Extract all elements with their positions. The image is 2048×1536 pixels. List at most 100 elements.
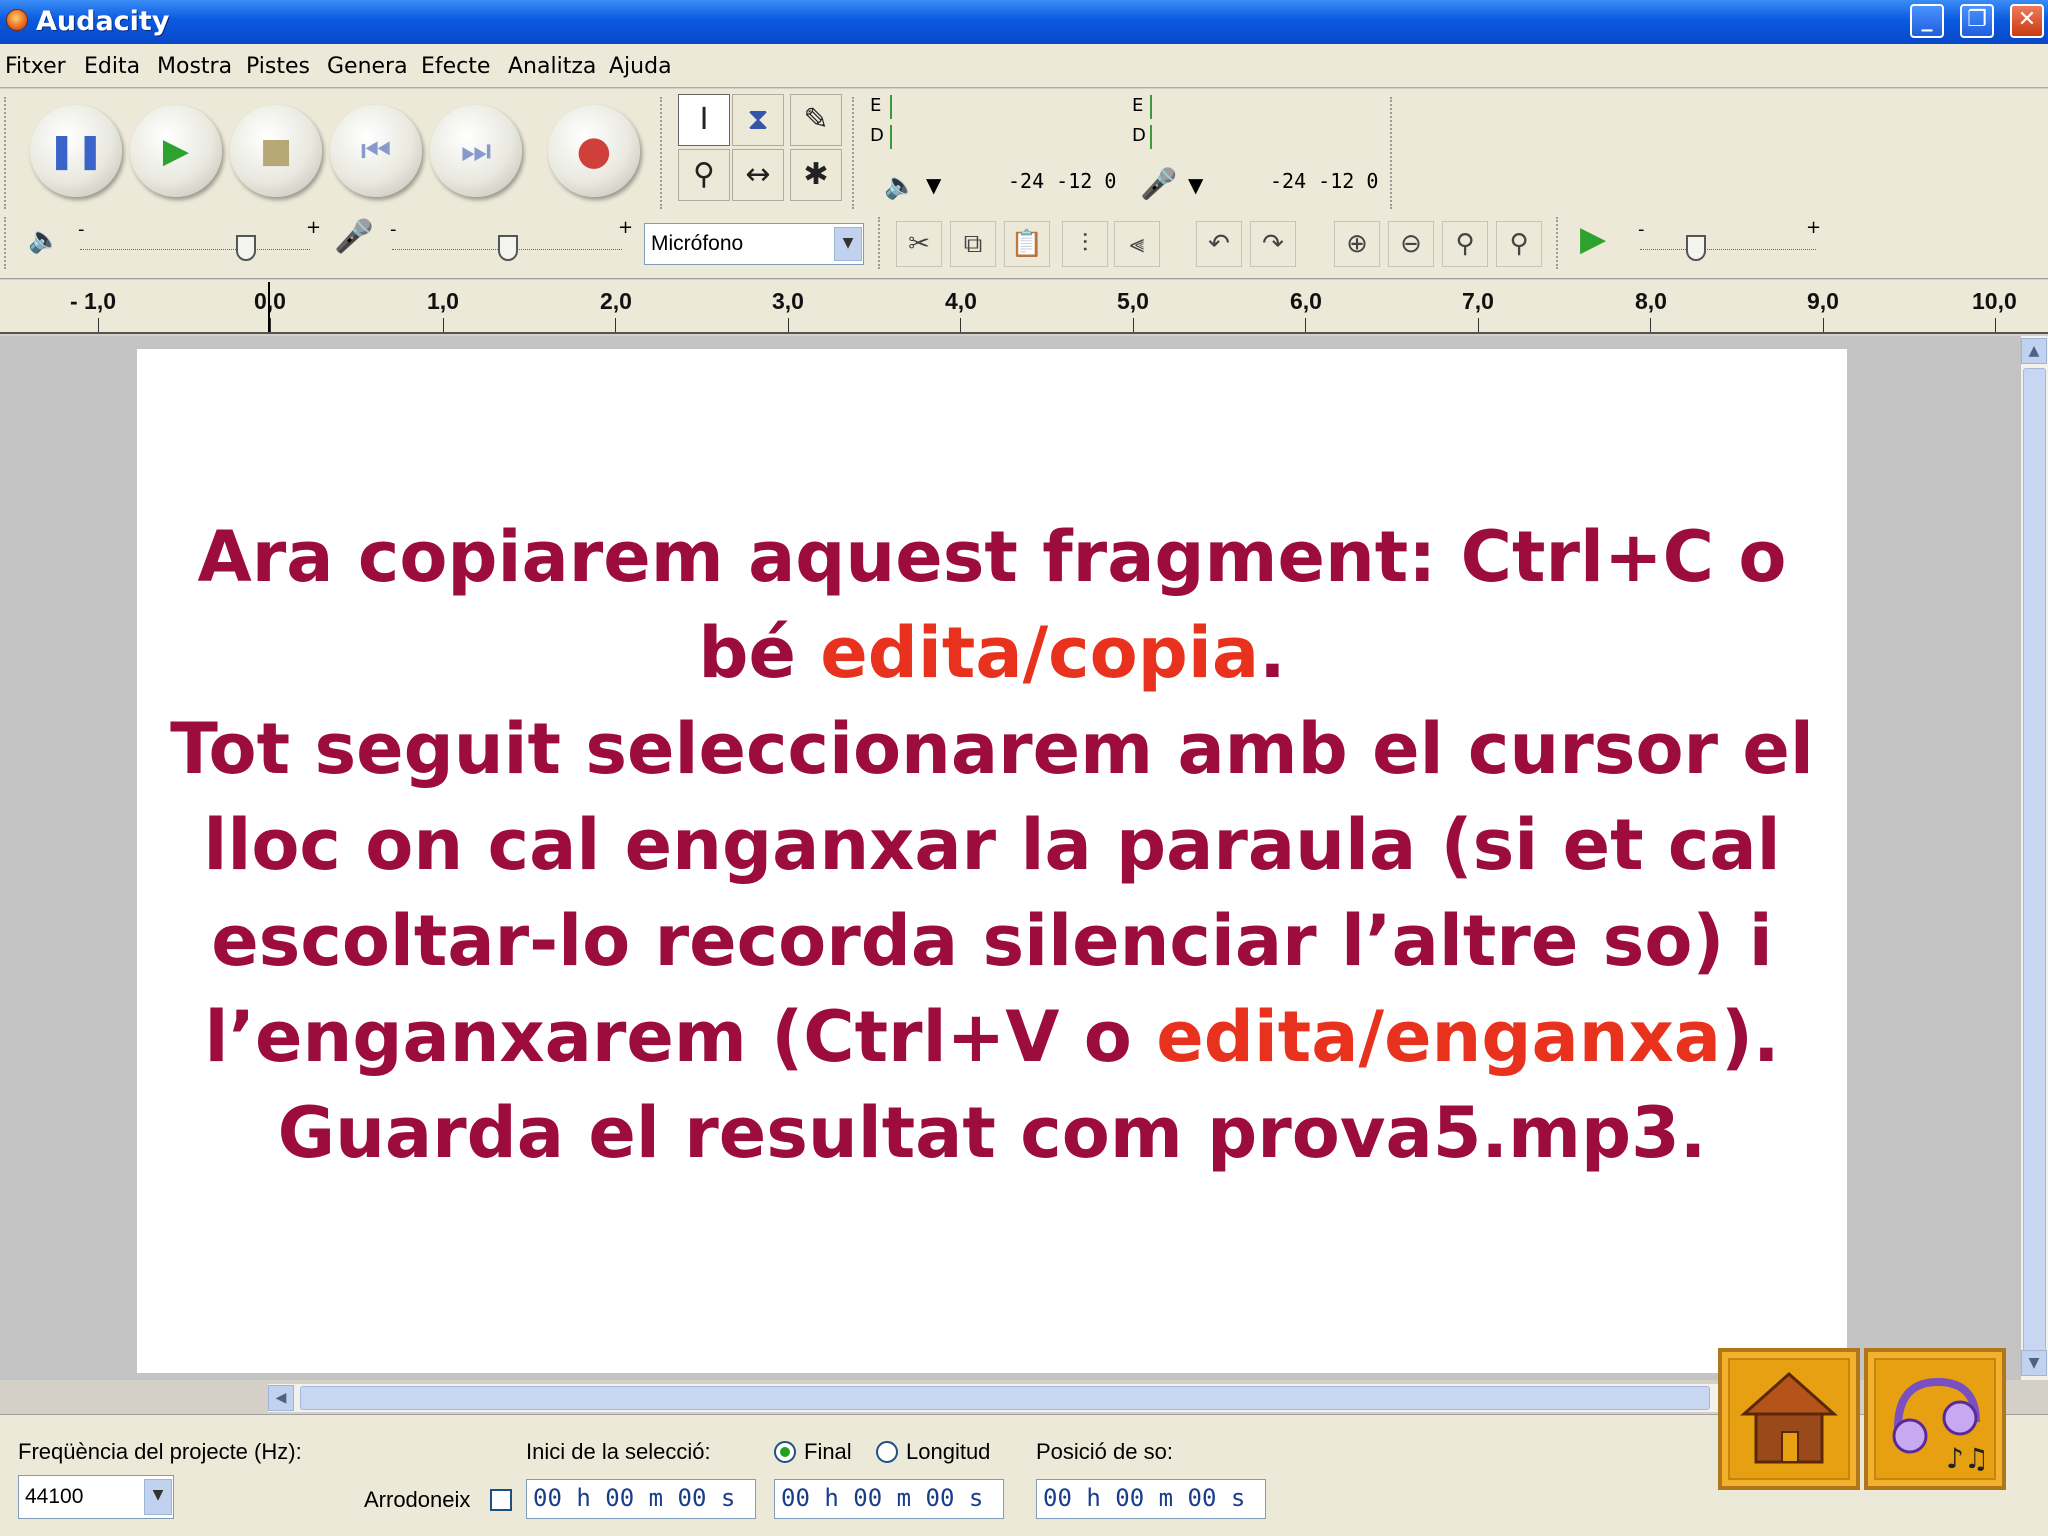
play-at-speed-icon[interactable]: ▶ — [1580, 219, 1606, 259]
skip-start-button[interactable]: ⏮ — [330, 105, 422, 197]
input-source-value: Micrófono — [651, 232, 744, 255]
timeshift-tool[interactable]: ↔ — [732, 149, 784, 201]
selection-end-time[interactable]: 00 h 00 m 00 s — [774, 1479, 1004, 1519]
maximize-button[interactable]: ❐ — [1960, 4, 1994, 38]
project-rate-dropdown-icon[interactable]: ▼ — [144, 1479, 172, 1515]
cut-button[interactable]: ✂ — [896, 221, 942, 267]
fit-selection-button[interactable]: ⚲ — [1442, 221, 1488, 267]
snap-checkbox[interactable] — [490, 1489, 512, 1511]
menu-fitxer[interactable]: Fitxer — [5, 54, 66, 79]
output-volume-icon: 🔈 — [28, 225, 61, 255]
vertical-scrollbar[interactable]: ▲ ▼ — [2020, 336, 2048, 1380]
home-nav-button[interactable] — [1718, 1348, 1860, 1490]
scroll-up-icon[interactable]: ▲ — [2021, 338, 2047, 364]
scroll-down-icon[interactable]: ▼ — [2021, 1350, 2047, 1376]
copy-button[interactable]: ⧉ — [950, 221, 996, 267]
skip-end-icon: ⏭ — [460, 131, 492, 171]
rec-meter-dropdown-icon[interactable]: ▼ — [1188, 173, 1203, 197]
multi-tool[interactable]: ✱ — [790, 149, 842, 201]
toolbar-grip[interactable] — [4, 217, 11, 269]
record-icon: ● — [576, 128, 612, 174]
menu-ajuda[interactable]: Ajuda — [609, 54, 672, 79]
play-meter-right-label: D — [870, 125, 884, 146]
menu-bar: Fitxer Edita Mostra Pistes Genera Efecte… — [0, 44, 2048, 88]
magnifier-icon: ⚲ — [693, 157, 715, 192]
ruler-tick — [443, 318, 444, 332]
speed-slider[interactable] — [1640, 249, 1816, 253]
project-rate-label: Freqüència del projecte (Hz): — [18, 1439, 302, 1464]
output-volume-thumb[interactable] — [236, 235, 256, 261]
minimize-button[interactable]: _ — [1910, 4, 1944, 38]
audio-nav-button[interactable]: ♪♫ — [1864, 1348, 2006, 1490]
clipboard-icon: 📋 — [1010, 229, 1044, 259]
timeline-ruler[interactable]: - 1,0 0,0 1,0 2,0 3,0 4,0 5,0 6,0 7,0 8,… — [0, 280, 2048, 334]
headphones-icon: ♪♫ — [1892, 1377, 1989, 1475]
fit-selection-icon: ⚲ — [1455, 229, 1475, 259]
zoom-in-button[interactable]: ⊕ — [1334, 221, 1380, 267]
draw-tool[interactable]: ✎ — [790, 94, 842, 146]
envelope-tool[interactable]: ⧗ — [732, 94, 784, 146]
selection-start-time[interactable]: 00 h 00 m 00 s — [526, 1479, 756, 1519]
selection-start-value: 00 h 00 m 00 s — [533, 1484, 736, 1512]
stop-button[interactable]: ■ — [230, 105, 322, 197]
toolbar-grip[interactable] — [1556, 217, 1563, 269]
play-meter-right — [890, 125, 1114, 149]
toolbar-grip[interactable] — [660, 97, 667, 209]
scroll-left-icon[interactable]: ◀ — [268, 1385, 294, 1411]
menu-pistes[interactable]: Pistes — [246, 54, 310, 79]
pencil-icon: ✎ — [803, 102, 829, 137]
ruler-label: 6,0 — [1290, 288, 1322, 314]
pause-button[interactable]: ❚❚ — [30, 105, 122, 197]
play-button[interactable]: ▶ — [130, 105, 222, 197]
output-volume-slider[interactable] — [80, 249, 310, 253]
menu-mostra[interactable]: Mostra — [157, 54, 232, 79]
redo-button[interactable]: ↷ — [1250, 221, 1296, 267]
input-volume-thumb[interactable] — [498, 235, 518, 261]
title-bar: Audacity _ ❐ ✕ — [0, 0, 2048, 44]
vertical-scroll-thumb[interactable] — [2023, 368, 2046, 1352]
menu-analitza[interactable]: Analitza — [508, 54, 596, 79]
horizontal-scrollbar[interactable]: ◀ — [268, 1384, 1720, 1412]
instruction-line: bé edita/copia. — [137, 605, 1847, 701]
play-head[interactable] — [268, 282, 270, 332]
ruler-tick — [1133, 318, 1134, 332]
record-button[interactable]: ● — [548, 105, 640, 197]
speaker-icon: 🔈 — [884, 171, 917, 201]
toolbar-grip[interactable] — [1390, 97, 1397, 209]
rec-meter-scale: -24 -12 0 — [1270, 169, 1379, 193]
end-radio[interactable] — [774, 1441, 796, 1463]
snap-label: Arrodoneix — [364, 1487, 471, 1512]
silence-waveform-icon: ⫷ — [1129, 229, 1145, 259]
trim-waveform-icon: ⫶ — [1081, 229, 1089, 259]
toolbar-grip[interactable] — [878, 217, 885, 269]
audio-position-time[interactable]: 00 h 00 m 00 s — [1036, 1479, 1266, 1519]
window-title: Audacity — [36, 6, 170, 37]
toolbar-grip[interactable] — [4, 97, 11, 209]
horizontal-scroll-thumb[interactable] — [300, 1386, 1710, 1410]
ruler-label: 5,0 — [1117, 288, 1149, 314]
skip-end-button[interactable]: ⏭ — [430, 105, 522, 197]
fit-project-button[interactable]: ⚲ — [1496, 221, 1542, 267]
menu-edita[interactable]: Edita — [84, 54, 140, 79]
length-radio[interactable] — [876, 1441, 898, 1463]
toolbar-grip[interactable] — [852, 97, 859, 209]
input-source-dropdown-icon[interactable]: ▼ — [834, 227, 862, 261]
paste-button[interactable]: 📋 — [1004, 221, 1050, 267]
zoom-out-button[interactable]: ⊖ — [1388, 221, 1434, 267]
instruction-line: escoltar-lo recorda silenciar l’altre so… — [211, 900, 1773, 982]
instruction-slide: Ara copiarem aquest fragment: Ctrl+C o b… — [137, 349, 1847, 1373]
silence-button[interactable]: ⫷ — [1114, 221, 1160, 267]
instruction-fragment: ). — [1720, 996, 1780, 1078]
trim-button[interactable]: ⫶ — [1062, 221, 1108, 267]
undo-button[interactable]: ↶ — [1196, 221, 1242, 267]
play-meter-dropdown-icon[interactable]: ▼ — [926, 173, 941, 197]
input-source-select[interactable]: Micrófono — [644, 223, 864, 265]
menu-efecte[interactable]: Efecte — [421, 54, 490, 79]
ruler-tick — [1823, 318, 1824, 332]
zoom-tool[interactable]: ⚲ — [678, 149, 730, 201]
microphone-icon: 🎤 — [1140, 167, 1178, 202]
speed-slider-thumb[interactable] — [1686, 235, 1706, 261]
close-button[interactable]: ✕ — [2010, 4, 2044, 38]
selection-tool[interactable]: I — [678, 94, 730, 146]
menu-genera[interactable]: Genera — [327, 54, 408, 79]
